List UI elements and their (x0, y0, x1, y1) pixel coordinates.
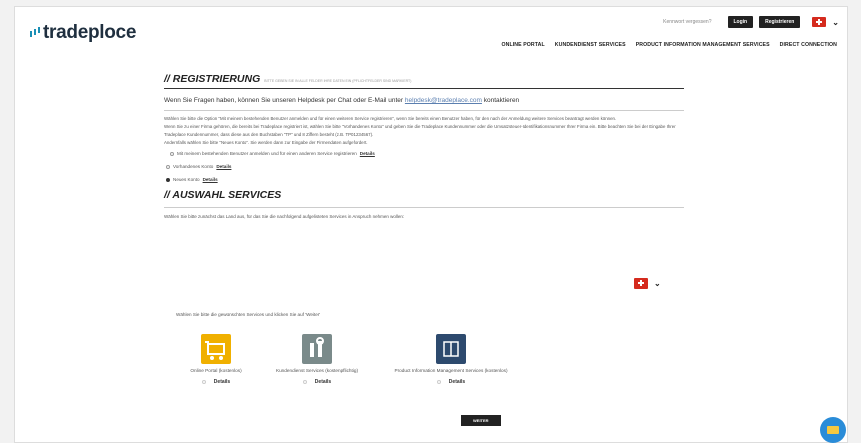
nav-pim-services[interactable]: PRODUCT INFORMATION MANAGEMENT SERVICES (636, 42, 770, 48)
next-button[interactable]: WEITER (461, 415, 501, 426)
nav-kundendienst[interactable]: KUNDENDIENST SERVICES (555, 42, 626, 48)
details-link[interactable]: Details (203, 177, 218, 182)
service-checkbox[interactable] (201, 380, 206, 384)
service-pim[interactable]: Product Information Management Services … (376, 334, 526, 385)
tools-icon (302, 334, 332, 364)
top-bar: Kennwort vergessen? Login Registrieren ⌄ (663, 16, 839, 28)
service-label: Product Information Management Services … (394, 368, 508, 373)
details-link[interactable]: Details (214, 379, 230, 385)
divider (164, 207, 684, 208)
help-text: Wenn Sie Fragen haben, können Sie unsere… (164, 97, 694, 104)
chevron-down-icon[interactable]: ⌄ (832, 18, 839, 27)
details-link[interactable]: Details (449, 379, 465, 385)
intro-paragraph-3: Andernfalls wählen Sie bitte "Neues Kont… (164, 140, 368, 145)
main-nav: ONLINE PORTAL KUNDENDIENST SERVICES PROD… (502, 42, 838, 48)
registration-subtitle: BITTE GEBEN SIE IN ALLE FELDER IHRE DATE… (264, 79, 412, 83)
registration-content: // REGISTRIERUNG BITTE GEBEN SIE IN ALLE… (164, 73, 694, 219)
details-link[interactable]: Details (360, 151, 375, 156)
option-label: Neues Konto (173, 177, 200, 182)
login-button[interactable]: Login (727, 16, 754, 28)
divider (164, 110, 684, 111)
country-selector[interactable]: ⌄ (634, 278, 661, 289)
radio-existing-account[interactable] (166, 164, 170, 169)
forgot-password-link[interactable]: Kennwort vergessen? (663, 19, 711, 25)
details-link[interactable]: Details (216, 164, 231, 169)
logo-text: tradeploce (43, 22, 137, 43)
nav-direct-connection[interactable]: DIRECT CONNECTION (780, 42, 837, 48)
service-checkbox[interactable] (436, 380, 441, 384)
divider (164, 88, 684, 89)
service-details: Details (376, 379, 526, 385)
service-checkbox[interactable] (302, 380, 307, 384)
chevron-down-icon: ⌄ (654, 279, 661, 288)
services-heading: // AUSWAHL SERVICES (164, 189, 282, 201)
option-label: Vorhandenes Konto (173, 164, 214, 169)
swiss-flag-icon (634, 278, 648, 289)
help-prefix: Wenn Sie Fragen haben, können Sie unsere… (164, 97, 405, 104)
help-suffix: kontaktieren (481, 97, 520, 104)
intro-paragraph-1: Wählen Sie bitte die Option "Mit meinem … (164, 116, 617, 121)
service-label: Online Portal (kostenlos) (190, 368, 242, 373)
chat-icon (827, 426, 839, 434)
registration-heading: // REGISTRIERUNG BITTE GEBEN SIE IN ALLE… (164, 73, 694, 85)
tradeplace-logo[interactable]: tradeploce (30, 22, 136, 44)
document-icon (436, 334, 466, 364)
service-details: Details (262, 379, 372, 385)
details-link[interactable]: Details (315, 379, 331, 385)
service-label: Kundendienst Services (kostenpflichtig) (275, 368, 359, 373)
register-button[interactable]: Registrieren (759, 16, 801, 28)
service-details: Details (176, 379, 256, 385)
service-online-portal[interactable]: Online Portal (kostenlos) Details (176, 334, 256, 385)
swiss-flag-icon[interactable] (812, 17, 827, 27)
option-existing-account[interactable]: Vorhandenes Konto Details (166, 164, 694, 169)
option-label: Mit meinem bestehenden Benutzer anmelden… (177, 151, 357, 156)
helpdesk-email-link[interactable]: helpdesk@tradeplace.com (405, 97, 482, 104)
service-kundendienst[interactable]: Kundendienst Services (kostenpflichtig) … (262, 334, 372, 385)
logo-bars-icon (30, 27, 40, 39)
cart-icon (201, 334, 231, 364)
intro-paragraph-2: Wenn Sie zu einer Firma gehören, die ber… (164, 124, 676, 137)
country-hint: Wählen Sie bitte zunächst das Land aus, … (164, 214, 405, 219)
nav-online-portal[interactable]: ONLINE PORTAL (502, 42, 545, 48)
option-new-account[interactable]: Neues Konto Details (166, 177, 694, 182)
radio-existing-user[interactable] (170, 151, 174, 156)
choose-services-hint: Wählen Sie bitte die gewünschten Service… (176, 312, 321, 317)
option-existing-user[interactable]: Mit meinem bestehenden Benutzer anmelden… (170, 151, 694, 156)
registration-title: // REGISTRIERUNG (164, 73, 261, 85)
chat-bubble-button[interactable] (820, 417, 846, 443)
radio-new-account[interactable] (166, 177, 170, 182)
